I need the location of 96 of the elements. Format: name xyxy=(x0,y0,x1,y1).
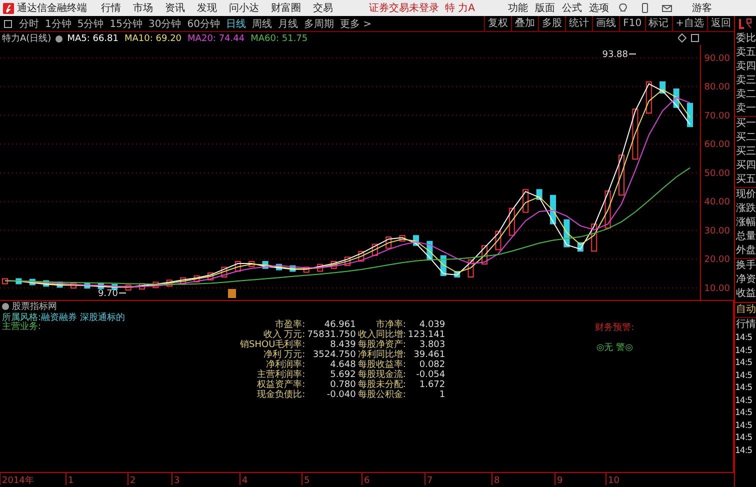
quote-label: 外盘 xyxy=(735,244,756,258)
trade-time: 14:5 xyxy=(735,407,754,420)
metric-value: 123.141 xyxy=(408,331,446,340)
trade-time: 14:5 xyxy=(735,357,754,370)
quote-label: 卖二 xyxy=(735,88,756,102)
app-title: 通达信金融终端 xyxy=(17,2,87,15)
metric-label: 主营利润率: xyxy=(256,371,306,380)
metric-label: 净利润率: xyxy=(266,361,306,370)
price-tick-label: 20.00 xyxy=(704,255,730,266)
metric-label: 每股净资产: xyxy=(358,341,406,350)
metric-label: 收入 万元: xyxy=(262,331,306,340)
metric-value: 75831.750 xyxy=(307,331,356,340)
price-tick-label: 40.00 xyxy=(704,198,730,208)
quote-label: 卖五 xyxy=(735,46,756,60)
quote-label: 买五 xyxy=(735,173,756,187)
metric-label: 收入同比增: xyxy=(358,331,406,340)
price-tick-label: 70.00 xyxy=(704,111,730,122)
metric-value: 5.692 xyxy=(329,371,356,380)
quote-label: 卖一 xyxy=(735,102,756,116)
price-annotation: 9.70 xyxy=(98,289,118,299)
warning-title: 财务预警: xyxy=(595,322,634,334)
price-tick-label: 60.00 xyxy=(704,140,730,150)
metric-value: 46.961 xyxy=(323,321,356,330)
trade-time: 14:5 xyxy=(735,444,754,457)
date-tick-label: 3 xyxy=(174,476,180,486)
metric-label: 每股现金流: xyxy=(358,371,406,380)
price-tick-label: 10.00 xyxy=(704,284,730,294)
date-tick-label: 10 xyxy=(608,476,620,486)
quote-label: 买二 xyxy=(735,131,756,145)
date-tick-label: 2 xyxy=(130,476,136,486)
metric-value: 4.039 xyxy=(418,321,446,330)
metric-value: -0.054 xyxy=(415,371,446,380)
business-label: 主营业务: xyxy=(2,323,42,332)
date-tick-label: 4 xyxy=(242,476,248,486)
metric-label: 现金负债比: xyxy=(256,391,306,401)
price-tick-label: 80.00 xyxy=(704,82,730,93)
quote-label: 买三 xyxy=(735,145,756,159)
trade-time: 14:5 xyxy=(735,432,754,444)
metric-value: -0.040 xyxy=(326,391,356,401)
date-tick-label: 8 xyxy=(494,476,500,486)
price-annotation: 93.88 xyxy=(602,50,628,60)
metric-value: 4.648 xyxy=(329,361,356,370)
price-tick-label: 90.00 xyxy=(704,54,730,64)
metric-label: 净利同比增: xyxy=(358,351,406,360)
style-label: 所属风格: xyxy=(2,314,42,323)
ma-value: MA5: 66.81 xyxy=(67,34,118,44)
date-tick-label: 2014年 xyxy=(2,476,34,486)
warning-status: ◎无 警◎ xyxy=(596,342,633,354)
quote-label: 委比 xyxy=(735,32,756,46)
metric-label: 每股公积金: xyxy=(358,391,406,401)
metric-label: 每股未分配: xyxy=(358,381,406,390)
trade-time: 14:5 xyxy=(735,382,754,394)
metric-value: 3.803 xyxy=(418,341,446,350)
metric-value: 0.082 xyxy=(418,361,446,370)
quote-label: 买一 xyxy=(735,116,756,131)
metric-value: 1.672 xyxy=(418,381,446,390)
quote-label: 总量 xyxy=(735,230,756,244)
quote-label: 涨幅 xyxy=(735,216,756,230)
metric-value: 39.461 xyxy=(412,351,446,360)
style-value: 融资融券 深股通标的 xyxy=(41,314,125,323)
metric-label: 市净率: xyxy=(376,321,406,330)
trade-time: 14:5 xyxy=(735,344,754,357)
ma-value: MA60: 51.75 xyxy=(250,34,308,44)
metric-value: 3524.750 xyxy=(312,351,356,360)
price-tick-label: 30.00 xyxy=(704,226,730,236)
quote-label: 现价 xyxy=(735,187,756,202)
quote-label: 卖三 xyxy=(735,74,756,88)
metric-label: 权益资产率: xyxy=(256,381,306,390)
indicator-title: 股票指标网 xyxy=(12,300,57,312)
quote-label: 卖四 xyxy=(735,60,756,74)
ma-value: MA10: 69.20 xyxy=(124,34,182,44)
quote-label: 净资 xyxy=(735,273,756,287)
trade-time: 14:5 xyxy=(735,420,754,432)
metric-label: 销SHOU毛利率: xyxy=(240,341,306,350)
trade-time: 14:5 xyxy=(735,370,754,382)
trade-time: 14:5 xyxy=(735,394,754,407)
metric-value: 0.780 xyxy=(329,381,356,390)
date-tick-label: 5 xyxy=(304,476,310,486)
metric-label: 净利 万元: xyxy=(262,351,306,360)
quote-label: 涨跌 xyxy=(735,202,756,216)
ma-value: MA20: 74.44 xyxy=(188,34,245,44)
quote-label: 买四 xyxy=(735,159,756,173)
metric-value: 8.439 xyxy=(329,341,356,350)
metric-label: 市盈率: xyxy=(275,321,306,330)
date-tick-label: 6 xyxy=(364,476,370,486)
quote-label: 换手 xyxy=(735,258,756,273)
quote-label: 收益 xyxy=(735,287,756,301)
metric-value: 1 xyxy=(438,391,446,401)
metric-label: 每股收益率: xyxy=(358,361,406,370)
date-tick-label: 9 xyxy=(557,476,563,486)
chart-title: 特力A(日线) xyxy=(2,32,52,45)
trade-time: 14:5 xyxy=(735,332,754,344)
date-tick-label: 1 xyxy=(68,476,74,486)
date-tick-label: 7 xyxy=(427,476,433,486)
stock-name: 特 力A xyxy=(445,2,476,15)
price-tick-label: 50.00 xyxy=(704,168,730,179)
